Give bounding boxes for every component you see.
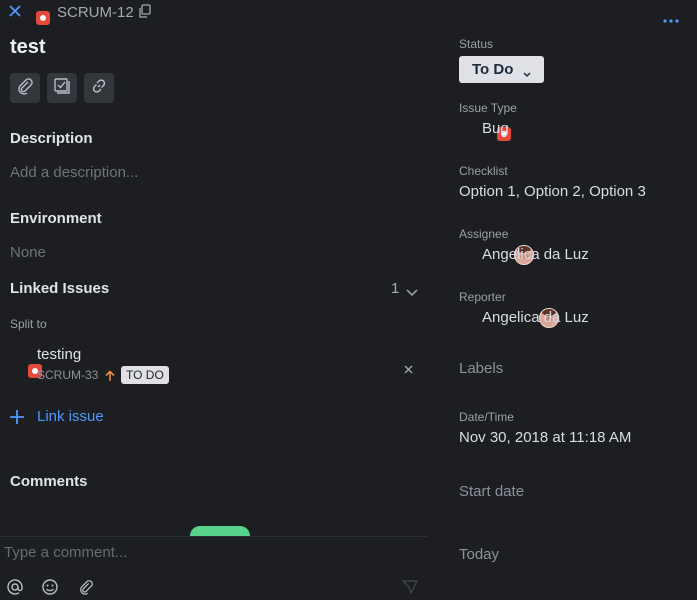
status-dropdown[interactable]: To Do: [459, 56, 544, 83]
attachment-icon[interactable]: [78, 579, 94, 600]
checklist-button[interactable]: [47, 73, 77, 103]
assignee-value[interactable]: Angelica da Luz: [482, 246, 589, 263]
chevron-down-icon[interactable]: [406, 284, 418, 302]
assignee-label: Assignee: [459, 227, 509, 241]
datetime-label: Date/Time: [459, 410, 514, 424]
attach-button[interactable]: [10, 73, 40, 103]
link-relation-label: Split to: [10, 317, 47, 331]
checklist-label: Checklist: [459, 164, 508, 178]
today-field[interactable]: Today: [459, 546, 499, 563]
description-heading: Description: [10, 130, 93, 147]
issue-title[interactable]: test: [10, 36, 46, 59]
linked-issues-count: 1: [391, 280, 400, 297]
labels-field[interactable]: Labels: [459, 360, 503, 377]
copy-icon[interactable]: [139, 4, 151, 23]
reporter-label: Reporter: [459, 290, 506, 304]
status-label: Status: [459, 37, 494, 51]
reporter-value[interactable]: Angelica da Luz: [482, 309, 589, 326]
link-issue-button[interactable]: Link issue: [37, 408, 104, 425]
chevron-down-icon: [523, 65, 531, 83]
comment-input[interactable]: Type a comment...: [4, 544, 127, 561]
remove-icon[interactable]: [404, 361, 413, 379]
issue-type-value[interactable]: Bug: [482, 120, 509, 137]
comment-avatar-partial: [190, 526, 250, 536]
description-input[interactable]: Add a description...: [10, 164, 138, 181]
issue-key-link[interactable]: SCRUM-12: [57, 4, 134, 21]
datetime-value[interactable]: Nov 30, 2018 at 11:18 AM: [459, 429, 631, 446]
status-badge: TO DO: [121, 366, 169, 384]
priority-arrow-icon: [105, 369, 115, 387]
link-button[interactable]: [84, 73, 114, 103]
start-date-field[interactable]: Start date: [459, 483, 524, 500]
link-icon: [90, 77, 108, 100]
environment-heading: Environment: [10, 210, 102, 227]
linked-issues-heading: Linked Issues: [10, 280, 110, 297]
comments-heading: Comments: [10, 473, 88, 490]
plus-icon[interactable]: [10, 410, 24, 429]
issue-type-label: Issue Type: [459, 101, 517, 115]
emoji-icon[interactable]: [42, 579, 58, 600]
linked-issue-key[interactable]: SCRUM-33: [37, 368, 98, 382]
mention-icon[interactable]: [7, 579, 23, 600]
attach-icon: [16, 77, 34, 100]
checklist-icon: [53, 77, 71, 100]
send-icon[interactable]: [401, 580, 419, 599]
linked-issue-title[interactable]: testing: [37, 346, 81, 363]
bug-icon: [36, 11, 50, 25]
more-icon[interactable]: [663, 10, 679, 28]
close-icon[interactable]: [8, 4, 22, 23]
comment-divider: [0, 536, 428, 537]
checklist-value[interactable]: Option 1, Option 2, Option 3: [459, 183, 646, 200]
environment-value[interactable]: None: [10, 244, 46, 261]
status-dropdown-label: To Do: [472, 61, 514, 78]
